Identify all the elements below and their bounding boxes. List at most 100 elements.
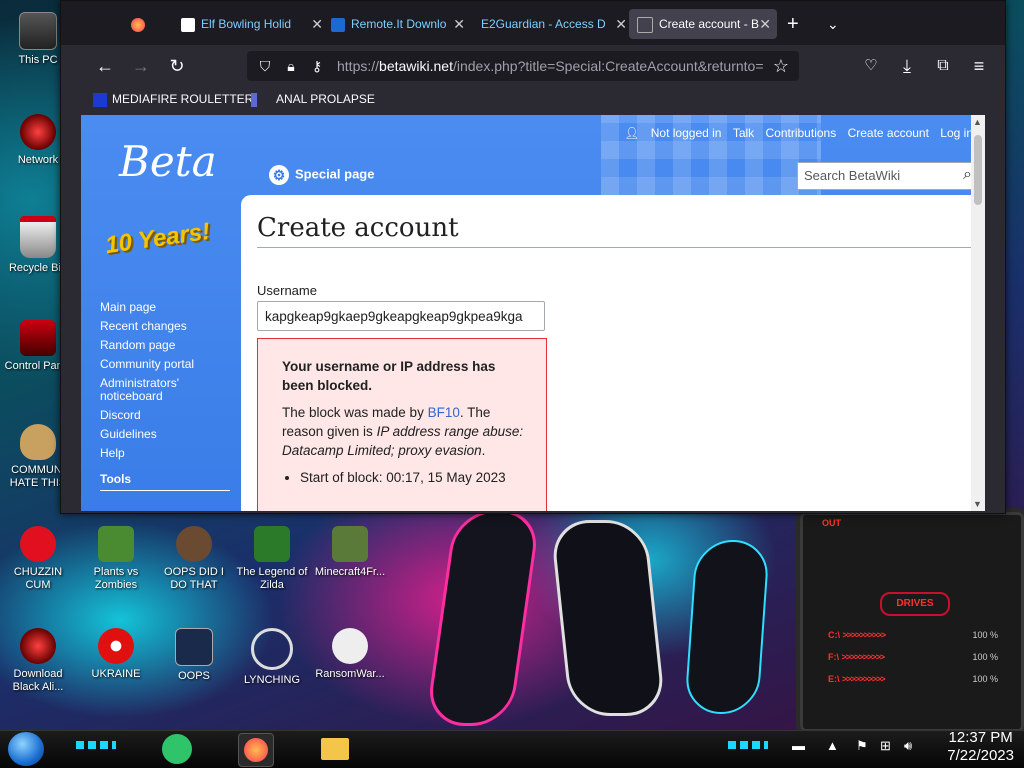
- betawiki-logo[interactable]: Beta 10 Years!: [101, 137, 231, 267]
- desktop-icon-ukraine[interactable]: UKRAINE: [80, 628, 152, 681]
- sidebar-nav: Main page Recent changes Random page Com…: [100, 301, 240, 491]
- firefox-icon: [131, 17, 145, 32]
- bookmark-star-icon[interactable]: ☆: [771, 56, 791, 76]
- error-text: The block was made by: [282, 405, 428, 420]
- extensions-button[interactable]: ⧉: [933, 56, 953, 76]
- desktop-icon-label: Plants vs Zombies: [93, 566, 139, 591]
- action-center-flag-icon[interactable]: ⚑: [856, 738, 868, 754]
- sidebar-item-guidelines[interactable]: Guidelines: [100, 428, 240, 441]
- tab-remoteit[interactable]: Remote.It Downlo ✕: [325, 9, 471, 39]
- nav-bar: ← → ↻ ⛉ 🔒︎ ⚷ https://betawiki.net/index.…: [61, 45, 1005, 87]
- url-bar[interactable]: ⛉ 🔒︎ ⚷ https://betawiki.net/index.php?ti…: [247, 51, 799, 81]
- show-desktop-icon[interactable]: ▬: [792, 738, 805, 753]
- title-divider: [257, 247, 971, 248]
- taskbar-spotify[interactable]: [162, 734, 192, 764]
- start-button[interactable]: [8, 732, 44, 766]
- arrow-left-icon: ←: [96, 56, 114, 76]
- sidebar-item-discord[interactable]: Discord: [100, 409, 240, 422]
- desktop-icon-lynching[interactable]: LYNCHING: [236, 628, 308, 687]
- close-tab-icon[interactable]: ✕: [311, 9, 323, 39]
- drive-bar: >>>>>>>>>>: [841, 652, 886, 662]
- shield-icon[interactable]: ⛉: [255, 56, 275, 76]
- avast-tray-icon[interactable]: ▲: [826, 738, 839, 753]
- sidebar-item-random-page[interactable]: Random page: [100, 339, 240, 352]
- network-icon: [20, 114, 56, 150]
- desktop-icon-label: Minecraft4Fr...: [314, 566, 386, 578]
- desktop-icon-oops[interactable]: OOPS: [158, 628, 230, 683]
- arrow-right-icon: →: [132, 56, 150, 76]
- desktop-icon-minecraft[interactable]: Minecraft4Fr...: [314, 526, 386, 579]
- rope-icon: [251, 628, 293, 670]
- network-icon: [20, 628, 56, 664]
- pocket-button[interactable]: ♡: [861, 56, 881, 76]
- desktop-icon-pvz[interactable]: Plants vs Zombies: [80, 526, 152, 592]
- gadget-title: DRIVES: [880, 592, 950, 616]
- special-page-tab[interactable]: ⚙ Special page: [269, 165, 374, 185]
- close-tab-icon[interactable]: ✕: [453, 9, 465, 39]
- desktop-icon-chuzzin[interactable]: CHUZZIN CUM: [2, 526, 74, 592]
- page-title: Create account: [257, 213, 459, 243]
- special-page-label: Special page: [295, 166, 375, 182]
- tab-create-account[interactable]: Create account - B ✕: [629, 9, 777, 39]
- drive-label: C:\: [828, 630, 840, 640]
- contributions-link[interactable]: Contributions: [766, 126, 837, 140]
- reload-button[interactable]: ↻: [167, 56, 187, 76]
- desktop-icon-download[interactable]: Download Black Ali...: [2, 628, 74, 694]
- scrollbar-thumb[interactable]: [974, 135, 982, 205]
- url-text[interactable]: https://betawiki.net/index.php?title=Spe…: [337, 58, 765, 74]
- blocker-user-link[interactable]: BF10: [428, 405, 460, 420]
- tab-title: Remote.It Downlo: [351, 17, 447, 31]
- desktop-icon-zilda[interactable]: The Legend of Zilda: [236, 526, 308, 592]
- talk-link[interactable]: Talk: [733, 126, 754, 140]
- username-field[interactable]: kapgkeap9gkaep9gkeapgkeap9gkpea9kga: [257, 301, 545, 331]
- desktop-icon-label: RansomWar...: [315, 668, 385, 680]
- tab-elf-bowling[interactable]: Elf Bowling Holid ✕: [175, 9, 329, 39]
- permissions-key-icon[interactable]: ⚷: [307, 56, 327, 76]
- bookmark-mediafire[interactable]: MEDIAFIRE ROULETTER: [93, 92, 253, 107]
- sidebar-item-main-page[interactable]: Main page: [100, 301, 240, 314]
- list-tabs-button[interactable]: ⌄: [827, 9, 847, 39]
- close-tab-icon[interactable]: ✕: [615, 9, 627, 39]
- new-tab-button[interactable]: +: [787, 9, 807, 39]
- error-title: Your username or IP address has been blo…: [282, 359, 496, 393]
- drives-gadget: OUT DRIVES C:\ >>>>>>>>>> 100 % F:\ >>>>…: [796, 508, 1024, 736]
- sidebar-item-community-portal[interactable]: Community portal: [100, 358, 240, 371]
- content-area: Create account Username kapgkeap9gkaep9g…: [241, 195, 985, 511]
- gear-icon: ⚙: [269, 165, 289, 185]
- log-in-link[interactable]: Log in: [940, 126, 973, 140]
- museum-icon: [181, 17, 195, 32]
- back-button[interactable]: ←: [95, 56, 115, 76]
- sidebar-item-help[interactable]: Help: [100, 447, 240, 460]
- not-logged-label: Not logged in: [650, 126, 722, 140]
- tab-e2guardian[interactable]: E2Guardian - Access D ✕: [473, 9, 633, 39]
- pocket-icon: ♡: [864, 57, 878, 74]
- drive-value: 100 %: [972, 652, 998, 662]
- sidebar-item-recent-changes[interactable]: Recent changes: [100, 320, 240, 333]
- network-tray-icon[interactable]: ⊞: [880, 738, 891, 754]
- sidebar-item-admin-noticeboard[interactable]: Administrators' noticeboard: [100, 377, 240, 403]
- tab-title: Elf Bowling Holid: [201, 17, 292, 31]
- downloads-button[interactable]: ⤓: [897, 56, 917, 76]
- bookmarks-toolbar: MEDIAFIRE ROULETTER ANAL PROLAPSE: [61, 87, 1005, 115]
- sidebar-tools-heading[interactable]: Tools: [100, 472, 230, 491]
- taskbar-file-explorer[interactable]: [318, 733, 352, 765]
- desktop-icon-oops-did-i[interactable]: OOPS DID I DO THAT: [158, 526, 230, 592]
- scroll-down-icon[interactable]: ▼: [973, 499, 982, 509]
- taskbar-clock[interactable]: 12:37 PM 7/22/2023: [947, 729, 1014, 765]
- search-placeholder: Search BetaWiki: [804, 168, 901, 183]
- firefox-view-button[interactable]: [131, 9, 155, 39]
- close-tab-icon[interactable]: ✕: [759, 9, 771, 39]
- volume-icon[interactable]: 🔊︎: [904, 738, 912, 754]
- page-scrollbar[interactable]: ▲ ▼: [971, 115, 985, 511]
- lock-icon[interactable]: 🔒︎: [281, 56, 301, 76]
- taskbar-firefox[interactable]: [238, 733, 274, 767]
- menu-button[interactable]: ≡: [969, 56, 989, 76]
- scroll-up-icon[interactable]: ▲: [973, 117, 982, 127]
- error-message: The block was made by BF10. The reason g…: [282, 403, 528, 460]
- desktop-icon-ransomware[interactable]: RansomWar...: [314, 628, 386, 681]
- search-input[interactable]: Search BetaWiki ⌕: [797, 162, 979, 190]
- create-account-link[interactable]: Create account: [848, 126, 929, 140]
- desktop-icon-label: Download Black Ali...: [12, 668, 64, 693]
- bookmark-second[interactable]: ANAL PROLAPSE: [251, 92, 375, 107]
- forward-button[interactable]: →: [131, 56, 151, 76]
